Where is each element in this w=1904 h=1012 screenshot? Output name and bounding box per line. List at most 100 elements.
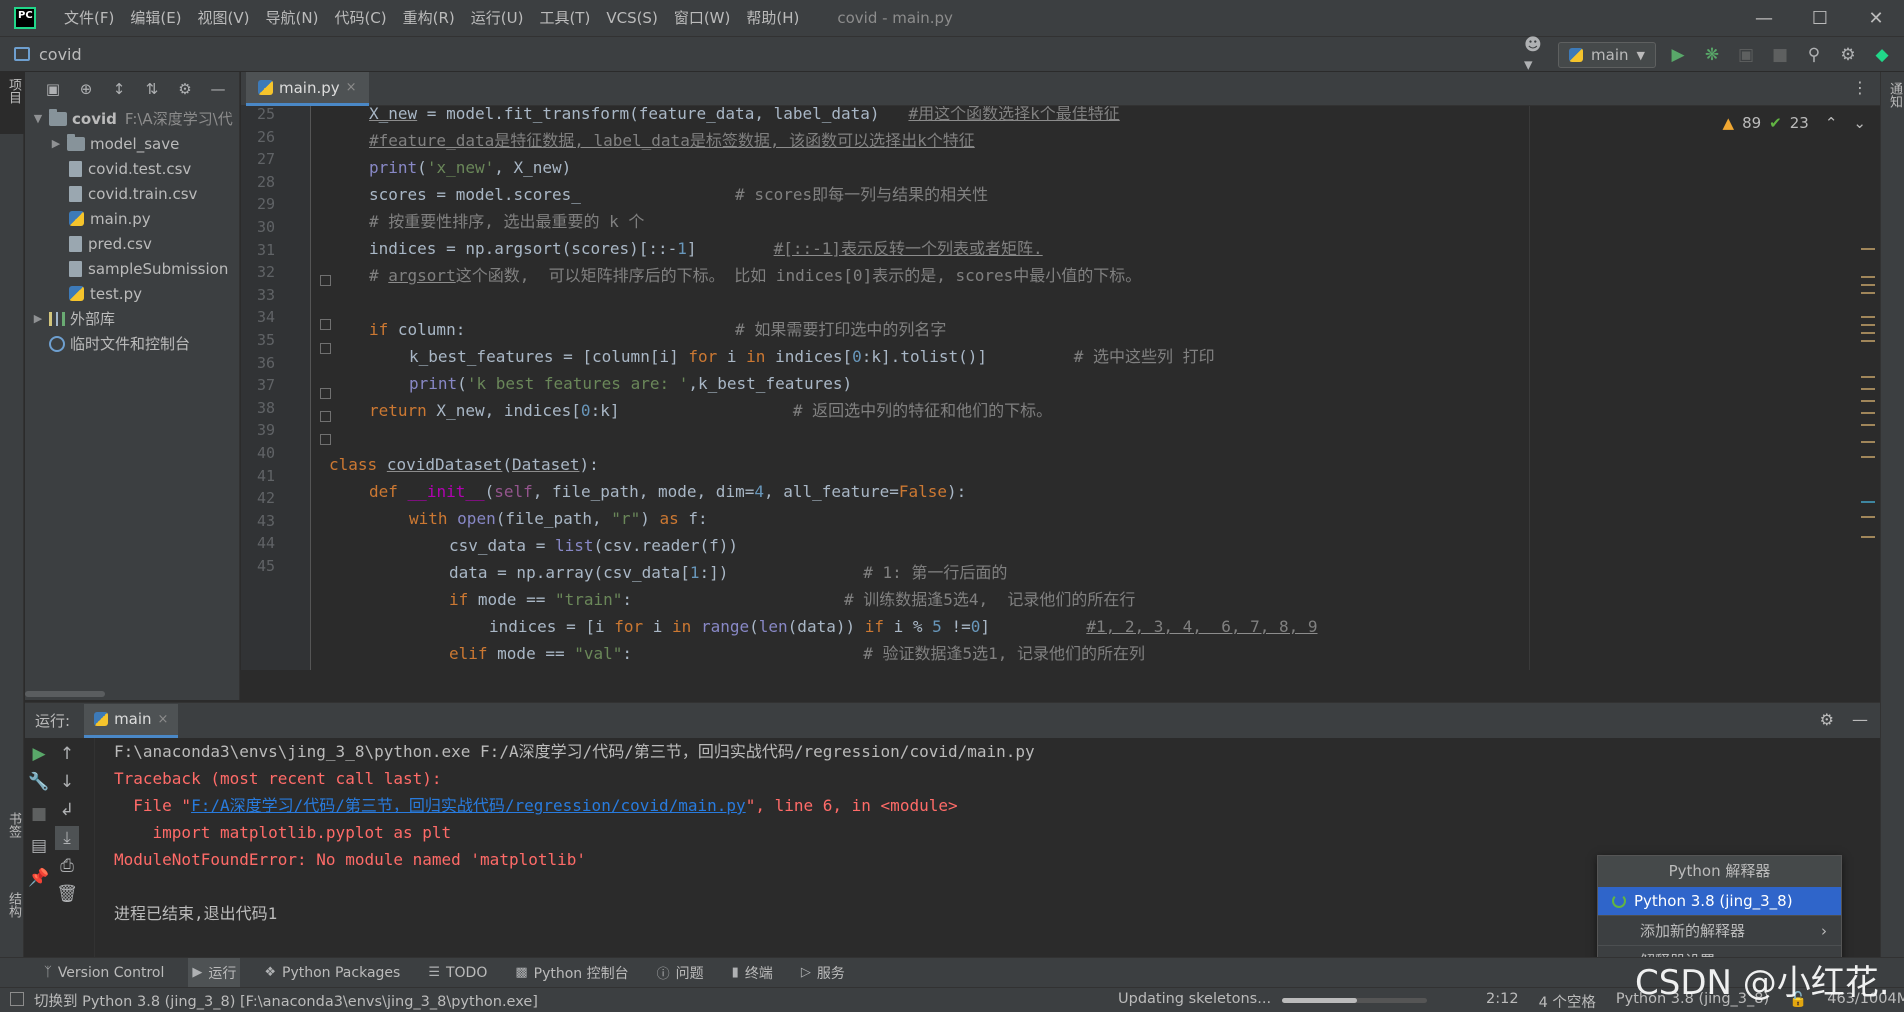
tree-item-scratches[interactable]: 临时文件和控制台 [25, 331, 239, 356]
pin-icon[interactable]: 📌 [27, 866, 51, 890]
tool-version-control[interactable]: ᛉ Version Control [40, 958, 168, 988]
tree-item-main-py[interactable]: main.py [25, 206, 239, 231]
user-icon[interactable]: ☻▾ [1524, 35, 1548, 75]
close-tab-icon[interactable]: × [158, 712, 169, 727]
tree-item-pred-csv[interactable]: pred.csv [25, 231, 239, 256]
status-progress-text[interactable]: Updating skeletons... [1118, 991, 1271, 1007]
tree-item-external-libs[interactable]: ▶ 外部库 [25, 306, 239, 331]
tree-item-label: 外部库 [70, 310, 116, 328]
tree-root[interactable]: ▼ covid F:\A深度学习\代 [25, 106, 239, 131]
line-number: 38 [256, 398, 275, 417]
structure-stripe-label[interactable]: 结构 [4, 892, 23, 918]
menu-window[interactable]: 窗口(W) [666, 0, 739, 36]
settings-gear-icon[interactable]: ⚙ [1836, 43, 1860, 67]
tool-terminal[interactable]: ▮ 终端 [728, 958, 777, 988]
chevron-down-icon: ▼ [1636, 48, 1645, 62]
tool-problems[interactable]: ⓘ 问题 [653, 958, 708, 988]
menu-view[interactable]: 视图(V) [190, 0, 258, 36]
editor-error-stripe[interactable] [1861, 156, 1877, 656]
rerun-icon[interactable]: ▶ [27, 742, 51, 766]
locate-icon[interactable]: ⊕ [76, 79, 96, 99]
coverage-icon[interactable]: ▣ [1734, 43, 1758, 67]
menu-vcs[interactable]: VCS(S) [598, 0, 665, 36]
print-icon[interactable]: ⎙ [55, 854, 79, 878]
breadcrumb-project[interactable]: covid [39, 45, 82, 64]
fold-marker[interactable] [320, 434, 331, 445]
tool-python-packages[interactable]: ❖ Python Packages [260, 958, 404, 988]
tool-label: Python Packages [282, 964, 401, 981]
menu-edit[interactable]: 编辑(E) [122, 0, 189, 36]
close-tab-icon[interactable]: × [346, 80, 357, 95]
tree-item-covid-test[interactable]: covid.test.csv [25, 156, 239, 181]
more-vertical-icon[interactable]: ⋮ [1852, 78, 1868, 97]
tool-services[interactable]: ▷ 服务 [797, 958, 849, 988]
scroll-down-icon[interactable]: ↓ [55, 770, 79, 794]
hide-icon[interactable]: — [208, 79, 228, 99]
trash-icon[interactable]: 🗑 [55, 882, 79, 906]
hide-panel-icon[interactable]: — [1852, 710, 1868, 729]
interpreter-option-current[interactable]: Python 3.8 (jing_3_8) [1598, 887, 1841, 915]
fold-marker[interactable] [320, 275, 331, 286]
gear-icon[interactable]: ⚙ [175, 79, 195, 99]
jetbrains-toolbox-icon[interactable]: ◆ [1870, 43, 1894, 67]
maximize-button[interactable]: ☐ [1792, 0, 1848, 36]
minimize-button[interactable]: — [1736, 0, 1792, 36]
project-horizontal-scrollbar[interactable] [25, 691, 105, 697]
menu-code[interactable]: 代码(C) [326, 0, 394, 36]
tree-item-covid-train[interactable]: covid.train.csv [25, 181, 239, 206]
run-icon[interactable]: ▶ [1666, 43, 1690, 67]
line-number: 41 [256, 466, 275, 485]
search-icon[interactable]: ⚲ [1802, 43, 1826, 67]
stop-icon[interactable]: ■ [1768, 43, 1792, 67]
notifications-stripe-label[interactable]: 通知 [1885, 82, 1904, 108]
menu-help[interactable]: 帮助(H) [738, 0, 807, 36]
stop-icon[interactable]: ■ [27, 802, 51, 826]
layout-icon[interactable]: ▤ [27, 834, 51, 858]
close-window-button[interactable]: ✕ [1848, 0, 1904, 36]
loading-spinner-icon [1612, 894, 1626, 908]
tool-run[interactable]: ▶ 运行 [188, 957, 241, 988]
fold-marker[interactable] [320, 411, 331, 422]
tree-item-model-save[interactable]: ▶ model_save [25, 131, 239, 156]
status-toggle-icon[interactable] [10, 992, 24, 1006]
code-line-35: print('k best features are: ',k_best_fea… [409, 374, 853, 393]
console-file-link[interactable]: F:/A深度学习/代码/第三节，回归实战代码/regression/covid/… [191, 796, 746, 815]
tree-item-test-py[interactable]: test.py [25, 281, 239, 306]
gear-icon[interactable]: ⚙ [1820, 710, 1834, 729]
inspection-widget[interactable]: ▲ 89 ✔ 23 ⌃ ⌄ [1723, 114, 1866, 132]
project-tool-window-button[interactable]: 项目 [0, 72, 24, 134]
menu-refactor[interactable]: 重构(R) [395, 0, 463, 36]
stripe-mark [1861, 248, 1875, 250]
caret-position[interactable]: 2:12 [1486, 991, 1519, 1012]
select-opened-file-icon[interactable]: ▣ [43, 79, 63, 99]
soft-wrap-icon[interactable]: ↲ [55, 798, 79, 822]
expand-all-icon[interactable]: ↕ [109, 79, 129, 99]
scroll-up-icon[interactable]: ↑ [55, 742, 79, 766]
chevron-down-icon[interactable]: ⌄ [1853, 114, 1866, 132]
run-toolbar: ▶ ↑ 🔧 ↓ ■ ↲ ▤ ⤓ ⎙ 📌 🗑 [25, 738, 95, 957]
tab-main-py[interactable]: main.py × [246, 72, 369, 106]
run-tab-main[interactable]: main × [84, 703, 179, 738]
fold-marker[interactable] [320, 319, 331, 330]
fold-marker[interactable] [320, 343, 331, 354]
bookmarks-stripe-label[interactable]: 书签 [4, 812, 23, 838]
indent-setting[interactable]: 4 个空格 [1539, 991, 1596, 1012]
menu-tools[interactable]: 工具(T) [531, 0, 598, 36]
chevron-up-icon[interactable]: ⌃ [1825, 114, 1838, 132]
menu-file[interactable]: 文件(F) [56, 0, 122, 36]
menu-navigate[interactable]: 导航(N) [258, 0, 327, 36]
fold-marker[interactable] [320, 388, 331, 399]
collapse-all-icon[interactable]: ⇅ [142, 79, 162, 99]
run-config-selector[interactable]: main ▼ [1558, 42, 1656, 68]
add-interpreter-option[interactable]: 添加新的解释器 › [1598, 915, 1841, 945]
debug-icon[interactable]: ❋ [1700, 43, 1724, 67]
code-editor[interactable]: 25 26 27 28 29 30 31 32 33 34 35 36 37 38 39 40 41 42 43 44… [241, 106, 1880, 670]
wrench-icon[interactable]: 🔧 [27, 770, 51, 794]
menu-run[interactable]: 运行(U) [463, 0, 532, 36]
stripe-mark [1861, 284, 1875, 286]
code-line-28: scores = model.scores_ # scores即每一列与结果的相… [369, 185, 989, 204]
tool-python-console[interactable]: ▩ Python 控制台 [511, 958, 632, 988]
tree-item-sample-submission[interactable]: sampleSubmission [25, 256, 239, 281]
scroll-to-end-icon[interactable]: ⤓ [55, 826, 79, 850]
tool-todo[interactable]: ☰ TODO [424, 958, 491, 988]
